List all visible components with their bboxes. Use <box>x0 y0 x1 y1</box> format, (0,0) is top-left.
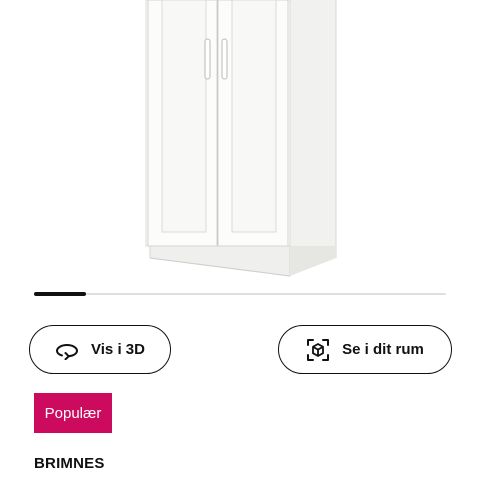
ar-cube-icon <box>306 338 330 362</box>
view-in-3d-label: Vis i 3D <box>91 341 145 358</box>
product-image[interactable] <box>0 0 480 282</box>
popular-badge: Populær <box>34 393 112 433</box>
wardrobe-image <box>145 0 337 277</box>
view-in-3d-button[interactable]: Vis i 3D <box>29 325 171 374</box>
see-in-your-room-label: Se i dit rum <box>342 341 424 358</box>
gallery-progress-track[interactable] <box>34 292 446 296</box>
rotate-360-icon <box>55 340 79 360</box>
gallery-progress-indicator <box>34 292 86 296</box>
product-name[interactable]: BRIMNES <box>34 455 105 472</box>
see-in-your-room-button[interactable]: Se i dit rum <box>278 325 452 374</box>
product-page: Vis i 3D Se i dit rum Populær BRIMNES <box>0 0 480 480</box>
